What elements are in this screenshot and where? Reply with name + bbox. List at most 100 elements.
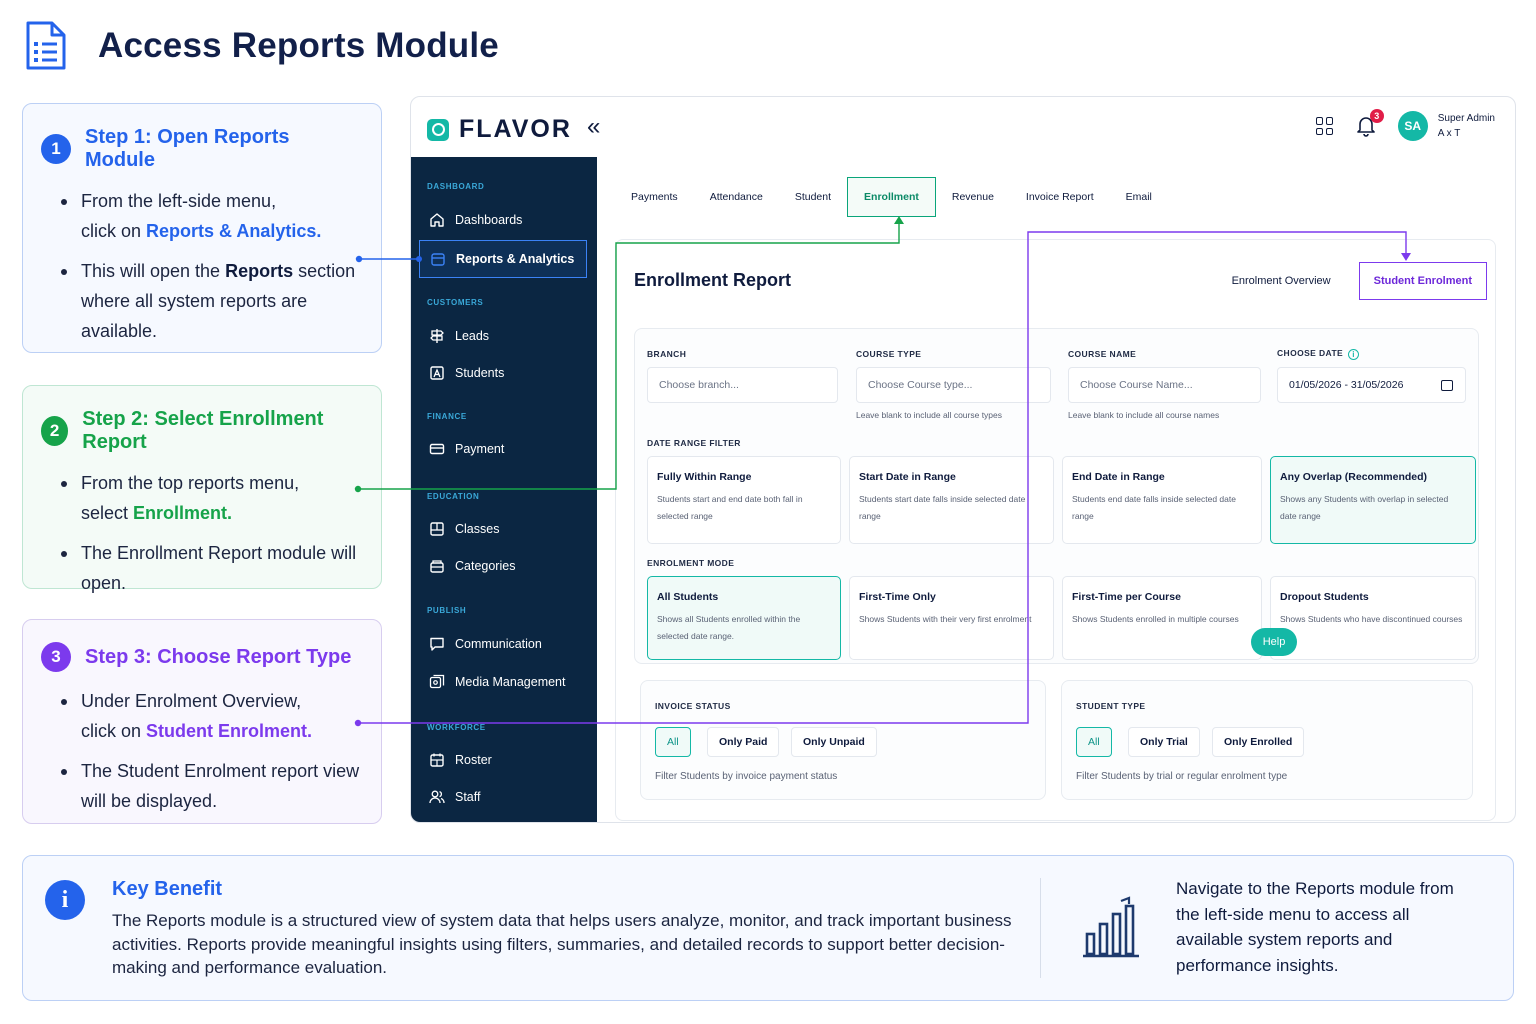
step-bullet: The Enrollment Report module will open. (59, 538, 365, 598)
sidebar-item-leads[interactable]: Leads (419, 317, 587, 355)
student-type-chip-all[interactable]: All (1076, 727, 1112, 757)
sidebar-section-finance: FINANCE (427, 412, 467, 421)
step-3-card: 3 Step 3: Choose Report Type Under Enrol… (22, 619, 382, 824)
info-icon[interactable]: i (1348, 349, 1360, 360)
notification-button[interactable]: 3 (1356, 109, 1384, 137)
date-range-input[interactable]: 01/05/2026 - 31/05/2026 (1277, 367, 1466, 403)
categories-icon (430, 560, 444, 573)
step-2-card: 2 Step 2: Select Enrollment Report From … (22, 385, 382, 593)
tab-invoice-report[interactable]: Invoice Report (1010, 177, 1110, 217)
sidebar-item-label: Classes (455, 522, 500, 536)
signpost-icon (430, 329, 444, 343)
sidebar-item-label: Leads (455, 329, 490, 343)
user-info[interactable]: Super Admin A x T (1438, 111, 1495, 141)
benefit-side-text: Navigate to the Reports module from the … (1176, 879, 1454, 975)
classes-icon (430, 522, 444, 536)
tab-enrollment[interactable]: Enrollment (847, 177, 936, 217)
staff-users-icon (429, 790, 445, 804)
invoice-status-label: INVOICE STATUS (655, 701, 731, 711)
mode-option-all-students[interactable]: All Students Shows all Students enrolled… (647, 576, 841, 660)
sidebar-section-dashboard: DASHBOARD (427, 182, 485, 191)
step-bullet: From the left-side menu, click on Report… (59, 186, 365, 246)
step-bullet: Under Enrolment Overview, click on Stude… (59, 686, 365, 746)
user-role: Super Admin (1437, 113, 1495, 124)
apps-grid-icon[interactable] (1315, 117, 1334, 135)
date-option-fully-within[interactable]: Fully Within Range Students start and en… (647, 456, 841, 544)
tab-attendance[interactable]: Attendance (694, 177, 779, 217)
payment-card-icon (429, 443, 445, 455)
mode-option-first-time-per-course[interactable]: First-Time per Course Shows Students enr… (1062, 576, 1262, 660)
student-type-panel: STUDENT TYPE All Only Trial Only Enrolle… (1061, 680, 1473, 800)
step-title: Step 2: Select Enrollment Report (82, 408, 324, 453)
tab-email[interactable]: Email (1110, 177, 1168, 217)
sidebar-item-communication[interactable]: Communication (419, 625, 587, 663)
sidebar-section-education: EDUCATION (427, 492, 480, 501)
sidebar-item-label: Communication (455, 637, 542, 651)
sidebar-item-label: Payment (455, 442, 505, 456)
branch-label: BRANCH (647, 349, 687, 359)
avatar[interactable]: SA (1397, 111, 1428, 141)
sidebar-item-categories[interactable]: Categories (419, 547, 587, 585)
sidebar-item-label: Reports & Analytics (456, 252, 575, 266)
mode-option-dropout[interactable]: Dropout Students Shows Students who have… (1270, 576, 1476, 660)
course-type-select[interactable]: Choose Course type... (856, 367, 1051, 403)
page-title: Access Reports Module (98, 26, 499, 65)
divider (1040, 878, 1041, 978)
step-number-badge: 1 (41, 134, 71, 164)
date-range-filter-label: DATE RANGE FILTER (647, 438, 741, 448)
home-icon (430, 213, 444, 227)
report-tabs: Payments Attendance Student Enrollment R… (615, 177, 1168, 217)
student-type-chip-only-trial[interactable]: Only Trial (1128, 727, 1200, 757)
app-topbar: FLAVOR « 3 SA Super Admin A x T (411, 97, 1515, 157)
student-icon (430, 366, 444, 380)
date-option-end-in-range[interactable]: End Date in Range Students end date fall… (1062, 456, 1262, 544)
course-name-select[interactable]: Choose Course Name... (1068, 367, 1261, 403)
invoice-chip-only-paid[interactable]: Only Paid (707, 727, 780, 757)
step-number-badge: 3 (41, 642, 71, 672)
tab-revenue[interactable]: Revenue (936, 177, 1010, 217)
user-name: A x T (1437, 128, 1461, 139)
branch-select[interactable]: Choose branch... (647, 367, 838, 403)
sidebar-item-dashboards[interactable]: Dashboards (419, 201, 587, 239)
sidebar-item-reports[interactable]: Reports & Analytics (419, 240, 587, 278)
invoice-chip-all[interactable]: All (655, 727, 691, 757)
sidebar-item-label: Students (455, 366, 505, 380)
sidebar-item-roster[interactable]: Roster (419, 741, 587, 779)
sidebar-item-students[interactable]: Students (419, 354, 587, 392)
calendar-icon[interactable] (1441, 380, 1453, 391)
course-type-hint: Leave blank to include all course types (856, 410, 1003, 420)
date-option-any-overlap[interactable]: Any Overlap (Recommended) Shows any Stud… (1270, 456, 1476, 544)
invoice-status-hint: Filter Students by invoice payment statu… (655, 771, 838, 782)
brand-logo-icon (427, 118, 449, 141)
benefit-text: The Reports module is a structured view … (112, 911, 1012, 977)
tab-student[interactable]: Student (779, 177, 847, 217)
sidebar-item-payment[interactable]: Payment (419, 430, 587, 468)
chat-bubble-icon (430, 637, 444, 651)
tab-payments[interactable]: Payments (615, 177, 694, 217)
sidebar-item-media-management[interactable]: Media Management (419, 663, 587, 701)
tab-enrolment-overview[interactable]: Enrolment Overview (1218, 262, 1345, 300)
sidebar-item-label: Staff (455, 790, 481, 804)
app-window: FLAVOR « 3 SA Super Admin A x T DASHBOAR… (410, 96, 1516, 823)
sidebar-item-staff[interactable]: Staff (419, 778, 587, 816)
benefit-title: Key Benefit (112, 878, 223, 900)
sidebar-section-customers: CUSTOMERS (427, 298, 484, 307)
student-type-chip-only-enrolled[interactable]: Only Enrolled (1212, 727, 1305, 757)
invoice-chip-only-unpaid[interactable]: Only Unpaid (791, 727, 877, 757)
date-option-start-in-range[interactable]: Start Date in Range Students start date … (849, 456, 1054, 544)
roster-calendar-icon (430, 753, 444, 767)
info-icon: i (45, 880, 85, 920)
brand-name: FLAVOR (459, 115, 572, 143)
sidebar-item-label: Roster (455, 753, 492, 767)
step-number-badge: 2 (41, 416, 69, 446)
help-button[interactable]: Help (1251, 628, 1297, 656)
overview-tabs: Enrolment Overview Student Enrolment (1218, 262, 1487, 300)
double-chevron-left-icon[interactable]: « (587, 113, 600, 141)
sidebar-section-workforce: WORKFORCE (427, 723, 486, 732)
mode-option-first-time[interactable]: First-Time Only Shows Students with thei… (849, 576, 1054, 660)
step-bullet: This will open the Reports section where… (59, 256, 365, 346)
tab-student-enrolment[interactable]: Student Enrolment (1358, 262, 1487, 300)
invoice-status-panel: INVOICE STATUS All Only Paid Only Unpaid… (640, 680, 1046, 800)
brand[interactable]: FLAVOR (427, 115, 572, 144)
sidebar-item-classes[interactable]: Classes (419, 510, 587, 548)
